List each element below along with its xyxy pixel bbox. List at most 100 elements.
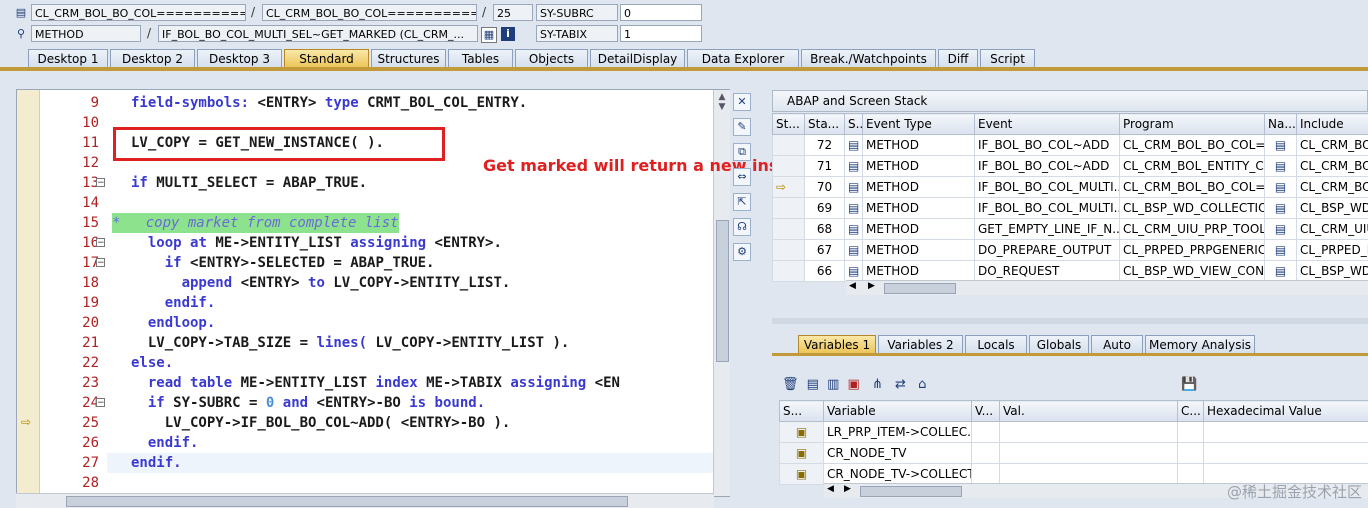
fold-toggle-icon[interactable]: − [96, 238, 105, 248]
code-line[interactable]: 23 read table ME->ENTITY_LIST index ME->… [17, 373, 717, 393]
variable-row[interactable]: ▣ LR_PRP_ITEM->COLLEC... [779, 421, 1368, 443]
scroll-left-arrow-icon[interactable]: ◀ [827, 484, 834, 494]
code-line[interactable]: 26 endif. [17, 433, 717, 453]
list-detail-icon[interactable]: ▥ [827, 377, 839, 392]
new-window-icon[interactable]: ✎ [733, 118, 751, 136]
tab-desktop-3[interactable]: Desktop 3 [197, 49, 282, 67]
event-type-field[interactable]: METHOD [31, 25, 141, 42]
stack-col-header[interactable]: St... [772, 113, 805, 135]
settings-icon[interactable]: ⚙ [733, 243, 751, 261]
variables-col-header[interactable]: V... [971, 400, 1000, 422]
sysvar-value-field-1[interactable]: 0 [620, 4, 702, 21]
tab-auto[interactable]: Auto [1091, 335, 1143, 353]
code-line[interactable]: 28 [17, 473, 717, 493]
variables-col-header[interactable]: S... [779, 400, 824, 422]
line-number-field[interactable]: 25 [493, 4, 533, 21]
tab-detaildisplay[interactable]: DetailDisplay [590, 49, 685, 67]
scroll-down-arrow-icon[interactable]: ▼ [714, 102, 730, 112]
delete-icon[interactable]: 🗑 [782, 377, 799, 392]
code-line[interactable]: 21 LV_COPY->TAB_SIZE = lines( LV_COPY->E… [17, 333, 717, 353]
variables-col-header[interactable]: Hexadecimal Value [1203, 400, 1368, 422]
scroll-up-arrow-icon[interactable]: ▲ [714, 92, 730, 102]
code-line[interactable]: 9 field-symbols: <ENTRY> type CRMT_BOL_CO… [17, 93, 717, 113]
tab-tables[interactable]: Tables [448, 49, 513, 67]
sysvar-value-field-2[interactable]: 1 [620, 25, 702, 42]
scroll-thumb[interactable] [860, 486, 962, 497]
variable-cell[interactable] [999, 463, 1178, 485]
event-field[interactable]: IF_BOL_BO_COL_MULTI_SEL~GET_MARKED (CL_C… [158, 25, 478, 42]
tab-structures[interactable]: Structures [371, 49, 446, 67]
stack-horizontal-scrollbar[interactable]: ◀ ▶ [846, 280, 1368, 295]
stack-row[interactable]: 72 ▤ METHOD IF_BOL_BO_COL~ADD CL_CRM_BOL_BO_… [772, 134, 1368, 156]
stack-row[interactable]: 68 ▤ METHOD GET_EMPTY_LINE_IF_N... CL_CRM_UI… [772, 218, 1368, 240]
variable-row[interactable]: ▣ CR_NODE_TV [779, 442, 1368, 464]
folder-icon[interactable]: ⌂ [918, 377, 926, 392]
headset-icon[interactable]: ☊ [733, 218, 751, 236]
stack-col-header[interactable]: Na... [1264, 113, 1297, 135]
tab-objects[interactable]: Objects [515, 49, 588, 67]
tab-break-watchpoints[interactable]: Break./Watchpoints [801, 49, 936, 67]
tab-variables-2[interactable]: Variables 2 [878, 335, 963, 353]
list-icon[interactable]: ▤ [807, 377, 819, 392]
code-line[interactable]: 22 else. [17, 353, 717, 373]
tab-memory-analysis[interactable]: Memory Analysis [1145, 335, 1255, 353]
navigate-icon[interactable]: ▤ [1264, 218, 1297, 240]
stack-col-header[interactable]: Event [974, 113, 1120, 135]
stack-row[interactable]: 66 ▤ METHOD DO_REQUEST CL_BSP_WD_VIEW_CON...… [772, 260, 1368, 282]
code-line[interactable]: 18 append <ENTRY> to LV_COPY->ENTITY_LIS… [17, 273, 717, 293]
display-object-icon[interactable]: ▦ [481, 27, 497, 43]
sysvar-name-field-2[interactable]: SY-TABIX [536, 25, 618, 42]
code-line[interactable]: 15 * copy market from complete list [17, 213, 717, 233]
variable-cell[interactable] [999, 442, 1178, 464]
navigate-icon[interactable]: ▤ [1264, 239, 1297, 261]
variables-col-header[interactable]: C... [1177, 400, 1204, 422]
code-line[interactable]: 16− loop at ME->ENTITY_LIST assigning <E… [17, 233, 717, 253]
stack-col-header[interactable]: S... [844, 113, 863, 135]
code-line[interactable]: 25 ⇨ LV_COPY->IF_BOL_BO_COL~ADD( <ENTRY>-… [17, 413, 717, 433]
transfer-icon[interactable]: ⇄ [895, 377, 906, 392]
tab-data-explorer[interactable]: Data Explorer [687, 49, 799, 67]
variables-col-header[interactable]: Variable [823, 400, 972, 422]
tab-desktop-2[interactable]: Desktop 2 [110, 49, 195, 67]
sysvar-name-field-1[interactable]: SY-SUBRC [536, 4, 618, 21]
tab-variables-1[interactable]: Variables 1 [798, 335, 876, 353]
panel-splitter[interactable] [772, 318, 1368, 324]
tab-desktop-1[interactable]: Desktop 1 [28, 49, 108, 67]
stack-col-header[interactable]: Event Type [862, 113, 975, 135]
editor-vertical-scrollbar[interactable]: ▲ ▼ [713, 90, 730, 496]
stack-row[interactable]: 67 ▤ METHOD DO_PREPARE_OUTPUT CL_PRPED_PRPGE… [772, 239, 1368, 261]
scroll-thumb[interactable] [716, 220, 729, 362]
fold-toggle-icon[interactable]: − [96, 398, 105, 408]
scroll-right-arrow-icon[interactable]: ▶ [868, 281, 875, 291]
stack-row[interactable]: 69 ▤ METHOD IF_BOL_BO_COL_MULTI... CL_BSP_WD… [772, 197, 1368, 219]
export-icon[interactable]: ▣ [848, 377, 860, 392]
variables-col-header[interactable]: Val. [999, 400, 1178, 422]
stack-col-header[interactable]: Include [1296, 113, 1368, 135]
tab-script[interactable]: Script [980, 49, 1035, 67]
code-line[interactable]: 19 endif. [17, 293, 717, 313]
stack-row[interactable]: 71 ▤ METHOD IF_BOL_BO_COL~ADD CL_CRM_BOL_ENT… [772, 155, 1368, 177]
variable-cell[interactable] [999, 421, 1178, 443]
include-field[interactable]: CL_CRM_BOL_BO_COL=============... [262, 4, 477, 21]
code-line[interactable]: 17− if <ENTRY>-SELECTED = ABAP_TRUE. [17, 253, 717, 273]
tab-standard[interactable]: Standard [284, 49, 369, 67]
program-field[interactable]: CL_CRM_BOL_BO_COL============... [31, 4, 246, 21]
code-line[interactable]: 13− if MULTI_SELECT = ABAP_TRUE. [17, 173, 717, 193]
swap-icon[interactable]: ⇔ [733, 168, 751, 186]
navigate-icon[interactable]: ▤ [1264, 197, 1297, 219]
maximize-icon[interactable]: ⇱ [733, 193, 751, 211]
fold-toggle-icon[interactable]: − [96, 178, 105, 188]
stack-col-header[interactable]: Program [1119, 113, 1265, 135]
info-icon[interactable]: i [501, 27, 515, 41]
tab-globals[interactable]: Globals [1029, 335, 1089, 353]
code-line[interactable]: 24− if SY-SUBRC = 0 and <ENTRY>-BO is bo… [17, 393, 717, 413]
scroll-right-arrow-icon[interactable]: ▶ [844, 484, 851, 494]
scroll-thumb[interactable] [66, 496, 628, 507]
scroll-thumb[interactable] [884, 283, 956, 294]
navigate-icon[interactable]: ▤ [1264, 176, 1297, 198]
scroll-left-arrow-icon[interactable]: ◀ [849, 281, 856, 291]
code-line[interactable]: 27 endif. [17, 453, 717, 473]
stack-row[interactable]: ⇨ 70 ▤ METHOD IF_BOL_BO_COL_MULTI... CL_CRM_B… [772, 176, 1368, 198]
code-line[interactable]: 14 [17, 193, 717, 213]
tree-icon[interactable]: ⋔ [872, 377, 883, 392]
